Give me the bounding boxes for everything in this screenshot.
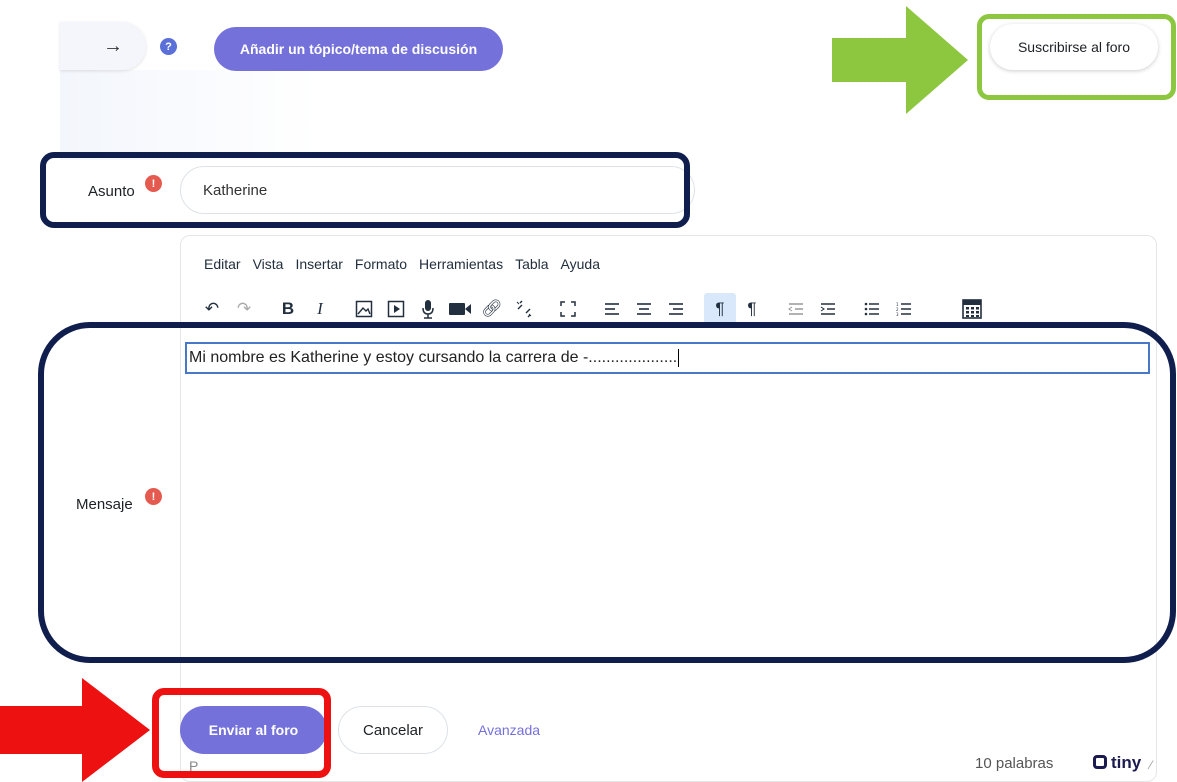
redo-icon[interactable]: ↷ bbox=[228, 293, 260, 325]
help-icon[interactable]: ? bbox=[160, 38, 177, 55]
editor-menubar: Editar Vista Insertar Formato Herramient… bbox=[204, 256, 612, 272]
indent-icon[interactable] bbox=[812, 293, 844, 325]
tiny-brand-icon bbox=[1093, 755, 1107, 769]
menu-editar[interactable]: Editar bbox=[204, 256, 241, 272]
menu-formato[interactable]: Formato bbox=[355, 256, 407, 272]
fullscreen-icon[interactable] bbox=[552, 293, 584, 325]
send-highlight-box bbox=[152, 688, 331, 778]
video-camera-icon[interactable] bbox=[444, 293, 476, 325]
editor-toolbar: ↶ ↷ B I 🔗︎ ¶ ¶ 123 bbox=[196, 292, 988, 326]
subject-highlight-box bbox=[40, 152, 690, 228]
bullet-list-icon[interactable] bbox=[856, 293, 888, 325]
align-left-icon[interactable] bbox=[596, 293, 628, 325]
undo-icon[interactable]: ↶ bbox=[196, 293, 228, 325]
numbered-list-icon[interactable]: 123 bbox=[888, 293, 920, 325]
microphone-icon[interactable] bbox=[412, 293, 444, 325]
message-highlight-box bbox=[38, 322, 1176, 663]
ltr-direction-icon[interactable]: ¶ bbox=[704, 293, 736, 325]
add-topic-button[interactable]: Añadir un tópico/tema de discusión bbox=[214, 27, 503, 71]
resize-handle-icon[interactable]: ⁄ bbox=[1150, 758, 1152, 772]
unlink-icon[interactable] bbox=[508, 293, 540, 325]
align-right-icon[interactable] bbox=[660, 293, 692, 325]
menu-tabla[interactable]: Tabla bbox=[515, 256, 548, 272]
arrow-right-icon: → bbox=[103, 34, 123, 57]
calculator-icon[interactable] bbox=[956, 293, 988, 325]
outdent-icon[interactable] bbox=[780, 293, 812, 325]
green-highlight-box bbox=[977, 14, 1176, 100]
italic-icon[interactable]: I bbox=[304, 293, 336, 325]
menu-insertar[interactable]: Insertar bbox=[295, 256, 342, 272]
collapse-drawer-button[interactable]: → bbox=[60, 22, 146, 70]
header-background bbox=[60, 70, 320, 160]
element-path[interactable]: P bbox=[189, 758, 198, 774]
bold-icon[interactable]: B bbox=[272, 293, 304, 325]
link-icon[interactable]: 🔗︎ bbox=[476, 293, 508, 325]
green-arrow-annotation bbox=[832, 6, 968, 114]
tiny-brand-text: tiny bbox=[1111, 753, 1142, 772]
media-icon[interactable] bbox=[380, 293, 412, 325]
red-arrow-annotation bbox=[0, 678, 150, 782]
word-count[interactable]: 10 palabras bbox=[975, 755, 1053, 772]
menu-ayuda[interactable]: Ayuda bbox=[561, 256, 600, 272]
svg-text:3: 3 bbox=[896, 312, 899, 316]
rtl-direction-icon[interactable]: ¶ bbox=[736, 293, 768, 325]
image-icon[interactable] bbox=[348, 293, 380, 325]
cancel-button[interactable]: Cancelar bbox=[338, 706, 448, 754]
tiny-logo[interactable]: tiny bbox=[1093, 753, 1141, 773]
advanced-link[interactable]: Avanzada bbox=[478, 722, 540, 738]
menu-herramientas[interactable]: Herramientas bbox=[419, 256, 503, 272]
menu-vista[interactable]: Vista bbox=[253, 256, 284, 272]
align-center-icon[interactable] bbox=[628, 293, 660, 325]
